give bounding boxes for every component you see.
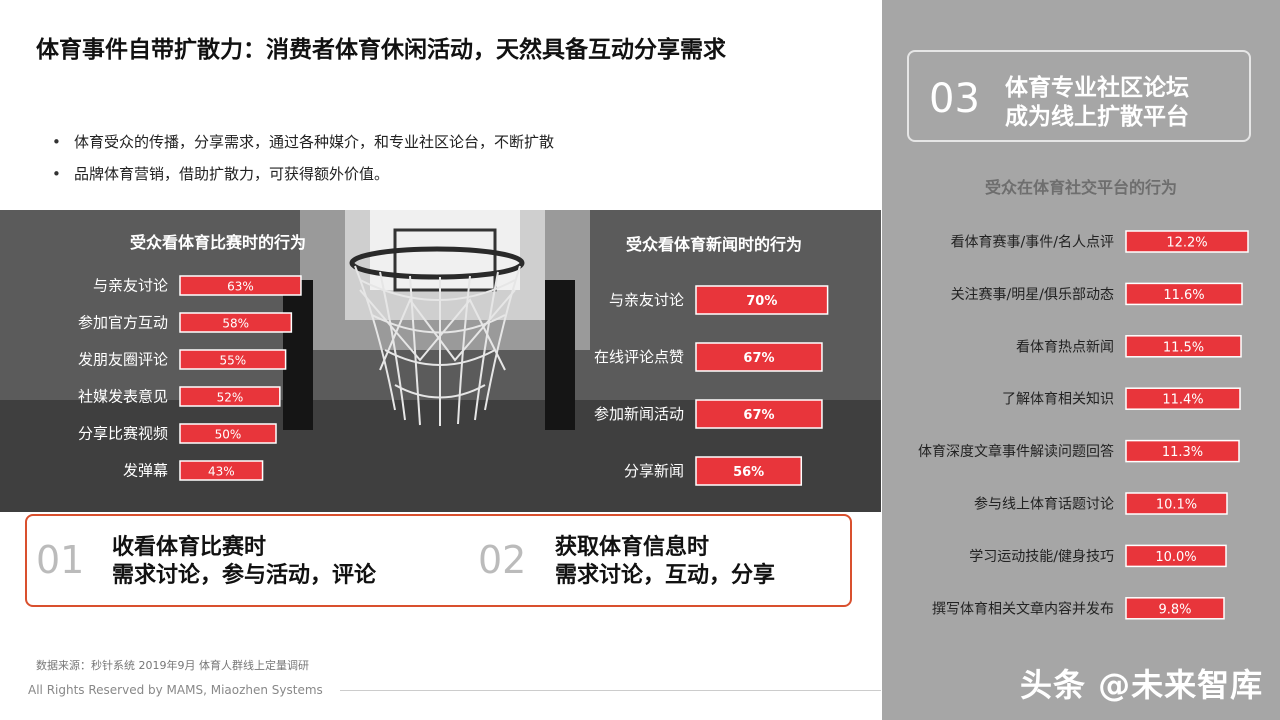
callout-number-01: 01 <box>36 538 85 582</box>
callout-line: 收看体育比赛时 <box>112 535 267 560</box>
value-label: 52% <box>217 391 244 405</box>
chart-game-behavior: 受众看体育比赛时的行为与亲友讨论 63% 参加官方互动 58% 发朋友圈评论 55% 社媒发… <box>78 233 829 486</box>
callout-line: 获取体育信息时 <box>555 535 710 560</box>
right-panel: 03 体育专业社区论坛 成为线上扩散平台 受众在体育社交平台的行为 看体育赛事/… <box>882 0 1280 720</box>
category-label: 与亲友讨论 <box>609 291 684 309</box>
bullet-item: 品牌体育营销，借助扩散力，可获得额外价值。 <box>52 164 554 196</box>
category-label: 分享比赛视频 <box>78 425 168 443</box>
callout-line: 需求讨论，互动，分享 <box>555 563 776 588</box>
category-label: 发朋友圈评论 <box>78 351 168 369</box>
footer-divider <box>340 690 881 691</box>
value-label: 58% <box>222 317 249 331</box>
category-label: 学习运动技能/健身技巧 <box>969 549 1114 565</box>
category-label: 发弹幕 <box>123 462 168 480</box>
page-title: 体育事件自带扩散力：消费者体育休闲活动，天然具备互动分享需求 <box>36 37 726 63</box>
callout-line: 需求讨论，参与活动，评论 <box>112 563 377 588</box>
category-label: 了解体育相关知识 <box>1002 391 1114 408</box>
callout-text-01: 收看体育比赛时 需求讨论，参与活动，评论 <box>112 534 376 590</box>
watermark: 头条 @未来智库 <box>1020 666 1264 704</box>
category-label: 社媒发表意见 <box>78 388 168 406</box>
callout-box: 01 收看体育比赛时 需求讨论，参与活动，评论 02 获取体育信息时 需求讨论，… <box>25 514 852 607</box>
value-label: 63% <box>227 280 254 294</box>
category-label: 看体育热点新闻 <box>1016 339 1114 355</box>
callout-number-02: 02 <box>478 538 527 582</box>
category-label: 参与线上体育话题讨论 <box>974 496 1114 513</box>
category-label: 撰写体育相关文章内容并发布 <box>932 600 1114 617</box>
value-label: 43% <box>208 465 235 479</box>
value-label: 10.0% <box>1155 550 1196 565</box>
category-label: 体育深度文章事件解读问题回答 <box>918 443 1114 460</box>
category-label: 分享新闻 <box>624 462 684 480</box>
value-label: 70% <box>746 294 777 309</box>
chart-title: 受众看体育新闻时的行为 <box>626 235 802 254</box>
category-label: 与亲友讨论 <box>93 277 168 295</box>
value-label: 56% <box>733 465 764 480</box>
value-label: 50% <box>215 428 242 442</box>
value-label: 67% <box>743 408 774 423</box>
category-label: 看体育赛事/事件/名人点评 <box>951 235 1114 251</box>
category-label: 关注赛事/明星/俱乐部动态 <box>951 287 1114 303</box>
category-label: 参加新闻活动 <box>594 405 684 423</box>
chart-social-platform: 看体育赛事/事件/名人点评 12.2% 关注赛事/明星/俱乐部动态 11.6% 看体育热… <box>918 230 1249 620</box>
bullet-item: 体育受众的传播，分享需求，通过各种媒介，和专业社区论台，不断扩散 <box>52 132 554 164</box>
value-label: 11.3% <box>1162 445 1203 460</box>
chart-title: 受众看体育比赛时的行为 <box>130 233 306 252</box>
value-label: 11.4% <box>1162 393 1203 408</box>
value-label: 67% <box>743 351 774 366</box>
value-label: 11.5% <box>1163 340 1204 355</box>
bullet-list: 体育受众的传播，分享需求，通过各种媒介，和专业社区论台，不断扩散 品牌体育营销，… <box>52 132 554 196</box>
value-label: 9.8% <box>1158 602 1191 617</box>
basketball-photo-band: 受众看体育比赛时的行为与亲友讨论 63% 参加官方互动 58% 发朋友圈评论 55% 社媒发… <box>0 210 881 512</box>
copyright: All Rights Reserved by MAMS, Miaozhen Sy… <box>28 683 323 697</box>
value-label: 10.1% <box>1156 498 1197 513</box>
value-label: 11.6% <box>1163 288 1204 303</box>
data-source: 数据来源：秒针系统 2019年9月 体育人群线上定量调研 <box>36 659 309 672</box>
callout-text-02: 获取体育信息时 需求讨论，互动，分享 <box>555 534 775 590</box>
value-label: 55% <box>219 354 246 368</box>
category-label: 参加官方互动 <box>78 314 168 332</box>
category-label: 在线评论点赞 <box>594 348 684 366</box>
value-label: 12.2% <box>1166 236 1207 251</box>
